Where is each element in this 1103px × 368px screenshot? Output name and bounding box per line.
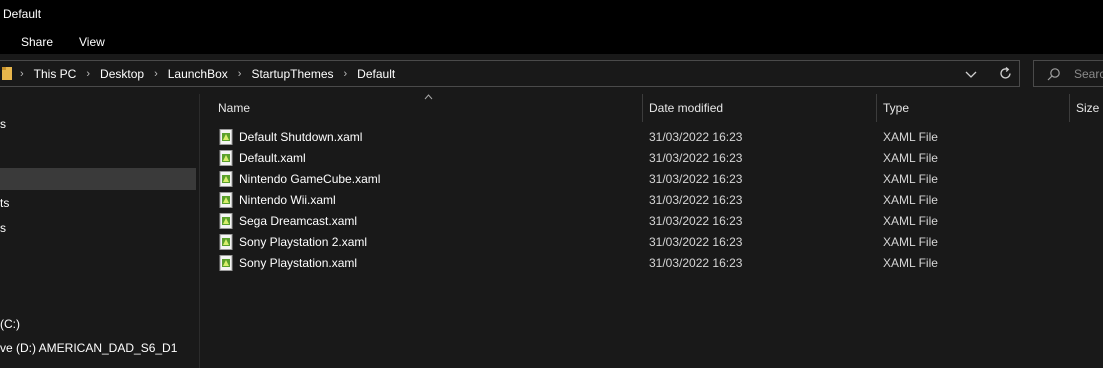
table-row[interactable]: Default.xaml 31/03/2022 16:23 XAML File [200, 148, 1103, 169]
navigation-pane: s ts s (C:) ve (D:) AMERICAN_DAD_S6_D1 [0, 94, 200, 368]
breadcrumb-default[interactable]: Default [357, 67, 395, 81]
xaml-file-icon [219, 234, 233, 250]
file-type: XAML File [883, 214, 938, 228]
file-name: Sony Playstation 2.xaml [239, 235, 368, 249]
column-type-label: Type [883, 101, 910, 115]
breadcrumb-desktop[interactable]: Desktop [100, 67, 144, 81]
folder-icon [2, 67, 12, 80]
file-type: XAML File [883, 235, 938, 249]
nav-item-2[interactable]: ts [0, 196, 9, 210]
xaml-file-icon [219, 213, 233, 229]
file-date: 31/03/2022 16:23 [649, 256, 743, 270]
file-type: XAML File [883, 172, 938, 186]
column-date-label: Date modified [649, 101, 724, 115]
file-type: XAML File [883, 130, 938, 144]
breadcrumb-this-pc[interactable]: This PC [34, 67, 77, 81]
table-row[interactable]: Sega Dreamcast.xaml 31/03/2022 16:23 XAM… [200, 211, 1103, 232]
file-date: 31/03/2022 16:23 [649, 235, 743, 249]
chevron-right-icon[interactable]: › [238, 68, 242, 80]
file-name: Default Shutdown.xaml [239, 130, 363, 144]
breadcrumb-startupthemes[interactable]: StartupThemes [251, 67, 333, 81]
column-header-name[interactable]: Name [200, 94, 642, 122]
table-row[interactable]: Nintendo GameCube.xaml 31/03/2022 16:23 … [200, 169, 1103, 190]
chevron-right-icon[interactable]: › [20, 68, 24, 80]
nav-item-drive-c[interactable]: (C:) [0, 317, 20, 331]
nav-item-1[interactable]: s [0, 117, 6, 131]
file-list: Name Date modified Type Size Default Shu… [200, 94, 1103, 368]
ribbon: Share View [0, 30, 1103, 54]
file-type: XAML File [883, 193, 938, 207]
table-row[interactable]: Sony Playstation.xaml 31/03/2022 16:23 X… [200, 253, 1103, 274]
tab-share[interactable]: Share [21, 35, 53, 49]
file-name: Nintendo GameCube.xaml [239, 172, 381, 186]
search-input[interactable]: Search Default [1033, 60, 1103, 87]
xaml-file-icon [219, 150, 233, 166]
table-row[interactable]: Sony Playstation 2.xaml 31/03/2022 16:23… [200, 232, 1103, 253]
file-date: 31/03/2022 16:23 [649, 151, 743, 165]
file-name: Default.xaml [239, 151, 306, 165]
xaml-file-icon [219, 255, 233, 271]
file-type: XAML File [883, 256, 938, 270]
nav-item-3[interactable]: s [0, 221, 6, 235]
file-date: 31/03/2022 16:23 [649, 193, 743, 207]
table-row[interactable]: Nintendo Wii.xaml 31/03/2022 16:23 XAML … [200, 190, 1103, 211]
column-header-type[interactable]: Type [877, 94, 1070, 122]
nav-item-selected[interactable] [0, 168, 196, 190]
column-header-size[interactable]: Size [1070, 94, 1103, 122]
table-row[interactable]: Default Shutdown.xaml 31/03/2022 16:23 X… [200, 127, 1103, 148]
file-name: Sega Dreamcast.xaml [239, 214, 358, 228]
file-name: Sony Playstation.xaml [239, 256, 358, 270]
chevron-right-icon[interactable]: › [86, 68, 90, 80]
file-date: 31/03/2022 16:23 [649, 214, 743, 228]
search-placeholder: Search Default [1074, 67, 1103, 81]
file-name: Nintendo Wii.xaml [239, 193, 336, 207]
address-row: › This PC › Desktop › LaunchBox › Startu… [0, 54, 1103, 94]
breadcrumb-launchbox[interactable]: LaunchBox [168, 67, 228, 81]
breadcrumb: › This PC › Desktop › LaunchBox › Startu… [20, 61, 395, 86]
file-date: 31/03/2022 16:23 [649, 130, 743, 144]
window-title: Default [3, 7, 42, 21]
title-bar: Default [0, 0, 1103, 30]
file-date: 31/03/2022 16:23 [649, 172, 743, 186]
chevron-right-icon[interactable]: › [344, 68, 348, 80]
xaml-file-icon [219, 192, 233, 208]
chevron-right-icon[interactable]: › [154, 68, 158, 80]
search-icon [1047, 68, 1060, 81]
refresh-icon[interactable] [998, 66, 1013, 81]
column-header-date[interactable]: Date modified [643, 94, 876, 122]
xaml-file-icon [219, 129, 233, 145]
tab-view[interactable]: View [79, 35, 105, 49]
file-type: XAML File [883, 151, 938, 165]
column-name-label: Name [218, 101, 251, 115]
chevron-down-icon[interactable] [964, 67, 978, 81]
xaml-file-icon [219, 171, 233, 187]
nav-item-drive-d[interactable]: ve (D:) AMERICAN_DAD_S6_D1 [0, 341, 177, 355]
column-size-label: Size [1076, 101, 1100, 115]
address-bar[interactable]: › This PC › Desktop › LaunchBox › Startu… [0, 60, 1020, 87]
